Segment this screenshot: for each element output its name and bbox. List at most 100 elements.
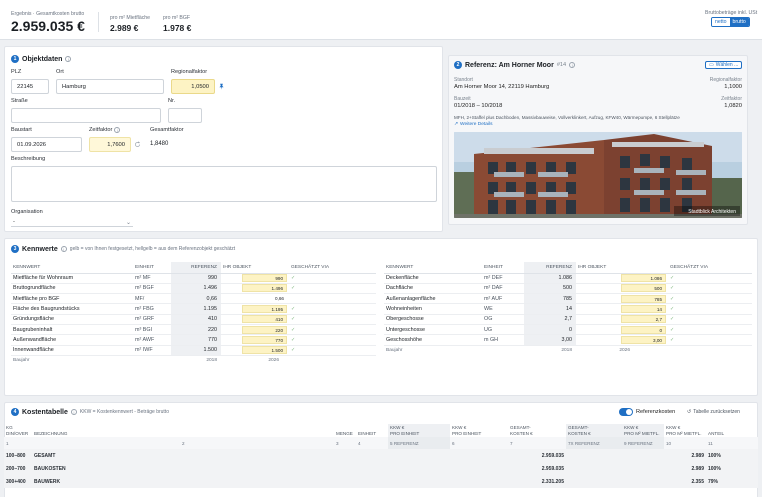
kennwert-ref: 14 (524, 303, 576, 315)
select-icon: ▭ (709, 62, 714, 68)
kennwert-objekt-input[interactable]: 2,7 (621, 315, 666, 324)
kennwert-unit: m² DAF (482, 283, 524, 295)
kennwert-row: Mietfläche für Wohnraum m² MF 990 990 ✓ (11, 273, 376, 284)
regionalfaktor-input[interactable]: 1,0500 (171, 79, 215, 94)
plz-input[interactable]: 22145 (11, 79, 49, 94)
kennwert-objekt-input[interactable]: 410 (242, 315, 287, 324)
strasse-input[interactable] (11, 108, 161, 123)
reset-table-button[interactable]: ↺ Tabelle zurücksetzen (687, 409, 740, 415)
estimated-check-icon: ✓ (668, 273, 752, 284)
row-kkw: 2.355 (664, 475, 706, 488)
row-kkw: 2.989 (664, 449, 706, 462)
kosten-hint: KKW = Kostenkennwert - Beträge brutto (79, 409, 169, 415)
col-kkw1: KKW € (390, 425, 405, 430)
reset-label: Tabelle zurücksetzen (693, 409, 740, 415)
referenz-description: MFH, 2+Staffel plus Dachboden, Massivbau… (454, 115, 680, 120)
strasse-label: Straße (11, 98, 28, 104)
gross-toggle-label: Bruttobeträge inkl. USt (705, 10, 758, 16)
details-label: Weitere Details (460, 122, 493, 127)
info-icon[interactable]: i (569, 62, 576, 68)
col-gk2-sub: KOSTEN € (568, 430, 591, 436)
referenz-title-text: Referenz: Am Horner Moor (465, 61, 554, 69)
kennwert-ref: 220 (171, 324, 221, 336)
estimated-check-icon: ✓ (289, 303, 376, 315)
kennwert-unit: MF/ (133, 293, 171, 305)
kennwert-objekt-input[interactable]: 990 (242, 274, 287, 283)
col-num: 7X REFERENZ (566, 437, 622, 449)
kennwert-name: Fläche des Baugrundstücks (11, 303, 133, 315)
refresh-icon[interactable] (134, 141, 141, 148)
netto-option[interactable]: netto (712, 18, 730, 26)
col-einheit: EINHEIT (133, 262, 171, 274)
referenzkosten-switch[interactable] (619, 408, 633, 416)
organisation-select[interactable]: - ⌄ (11, 218, 133, 227)
info-icon[interactable]: i (65, 56, 72, 62)
kennwert-name: Außenwandfläche (11, 334, 133, 346)
kennwert-objekt-input[interactable]: 1.086 (621, 274, 666, 283)
col-gk2: GESAMT- (568, 425, 589, 430)
kennwert-objekt-input[interactable]: 785 (621, 294, 666, 303)
kennwert-objekt-input[interactable]: 1.500 (242, 346, 287, 355)
kennwert-ref: 1.496 (171, 283, 221, 295)
col-kennwert: KENNWERT (11, 262, 133, 274)
kennwert-objekt-input[interactable]: 3,00 (621, 335, 666, 344)
info-icon[interactable]: i (60, 246, 67, 252)
kennwert-row: Geschosshöhe m GH 3,00 3,00 ✓ (384, 334, 752, 346)
info-icon[interactable]: i (70, 409, 77, 415)
table-row[interactable]: 200–700 BAUKOSTEN 2.959.035 2.989 100% (4, 462, 758, 475)
col-einheit: EINHEIT (482, 262, 524, 274)
col-gk1: GESAMT- (510, 425, 531, 430)
ort-input[interactable]: Hamburg (56, 79, 164, 94)
info-icon[interactable]: i (114, 127, 121, 133)
kennwert-objekt-input[interactable]: 0,66 (242, 295, 287, 303)
baustart-input[interactable]: 01.09.2026 (11, 137, 82, 152)
nr-input[interactable] (168, 108, 202, 123)
col-num: 4 (356, 437, 388, 449)
table-row[interactable]: 300+400 BAUWERK 2.331.205 2.355 79% (4, 475, 758, 488)
kennwert-row: Deckenfläche m² DEF 1.086 1.086 ✓ (384, 273, 752, 284)
kennwert-row: Wohneinheiten WE 14 14 ✓ (384, 303, 752, 315)
kennwert-objekt-input[interactable]: 220 (242, 325, 287, 334)
kennwert-objekt-input[interactable]: 0 (621, 325, 666, 334)
kennwert-name: Obergeschosse (384, 314, 482, 325)
row-name: BAUWERK (32, 475, 334, 488)
gesamtfaktor-value: 1,8480 (150, 141, 169, 147)
col-geschaetzt: GESCHÄTZT VIA (668, 262, 752, 274)
kennwert-objekt-input[interactable]: 1.195 (242, 305, 287, 314)
brutto-option[interactable]: brutto (729, 18, 749, 26)
pin-icon[interactable] (218, 83, 225, 90)
col-referenz: REFERENZ (524, 262, 576, 274)
kennwerte-title: 3 Kennwerte i gelb = von Ihnen festgeset… (11, 245, 235, 253)
kennwert-objekt-input[interactable]: 500 (621, 284, 666, 293)
kennwert-unit: m² BGF (133, 283, 171, 295)
kennwert-name: Mietfläche für Wohnraum (11, 273, 133, 284)
net-gross-toggle[interactable]: netto brutto (711, 17, 750, 27)
kennwert-ref: 500 (524, 283, 576, 295)
col-num: 11 (706, 437, 758, 449)
kennwert-objekt-input[interactable]: 14 (621, 305, 666, 314)
organisation-label: Organisation (11, 209, 43, 215)
zeitfaktor-input[interactable]: 1,7600 (89, 137, 131, 152)
kennwert-objekt-input[interactable]: 1.496 (242, 284, 287, 293)
kennwerte-hint: gelb = von Ihnen festgesetzt, hellgelb =… (69, 246, 236, 252)
beschreibung-label: Beschreibung (11, 156, 46, 162)
standort-value: Am Horner Moor 14, 22119 Hamburg (454, 84, 550, 90)
col-kkw2-sub: PRO EINHEIT (452, 430, 482, 436)
col-kg: KG (6, 425, 13, 430)
weitere-details-link[interactable]: ↗ Weitere Details (454, 122, 492, 127)
estimated-check-icon: ✓ (668, 324, 752, 336)
referenz-id: #14 (556, 62, 567, 68)
waehlen-button[interactable]: ▭ Wählen ... (705, 61, 743, 69)
kennwert-row: Innenwandfläche m² IWF 1.500 1.500 ✓ (11, 345, 376, 356)
kennwert-unit: m² AWF (133, 334, 171, 346)
estimated-check-icon: ✓ (289, 334, 376, 346)
table-row[interactable]: 100–800 GESAMT 2.959.035 2.989 100% (4, 449, 758, 462)
estimated-check-icon: ✓ (668, 334, 752, 346)
nr-label: Nr. (168, 98, 176, 104)
beschreibung-textarea[interactable] (11, 166, 437, 202)
kennwert-unit: m³ BGI (133, 324, 171, 336)
kennwert-objekt-input[interactable]: 770 (242, 335, 287, 344)
kennwert-ref: 2,7 (524, 314, 576, 325)
kennwert-name: Mietfläche pro BGF (11, 293, 133, 305)
kennwert-row: Obergeschosse OG 2,7 2,7 ✓ (384, 314, 752, 325)
